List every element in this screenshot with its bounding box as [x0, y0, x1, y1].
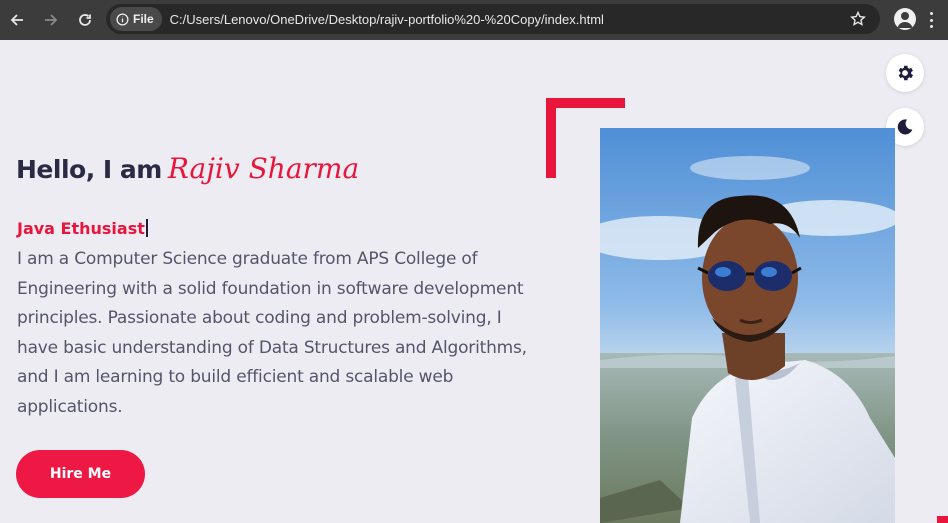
- decorative-corner-horizontal: [546, 98, 625, 108]
- moon-icon: [897, 119, 913, 135]
- hero-role-wrapper: Java Ethusiast: [17, 219, 148, 238]
- hero-description: I am a Computer Science graduate from AP…: [17, 249, 527, 417]
- star-icon[interactable]: [850, 11, 866, 27]
- reload-button[interactable]: [68, 3, 102, 37]
- gear-icon: [898, 65, 913, 81]
- profile-photo: [600, 128, 895, 523]
- hero-greeting: Hello, I am: [16, 155, 162, 184]
- hero-heading: Hello, I am Rajiv Sharma: [16, 152, 359, 185]
- back-button[interactable]: [0, 3, 34, 37]
- kebab-menu-icon[interactable]: [930, 12, 934, 28]
- decorative-corner-vertical: [546, 98, 556, 178]
- hero-name: Rajiv Sharma: [167, 152, 360, 185]
- site-info-chip[interactable]: File: [110, 7, 162, 31]
- address-bar[interactable]: File C:/Users/Lenovo/OneDrive/Desktop/ra…: [106, 4, 880, 34]
- site-info-label: File: [133, 12, 154, 26]
- browser-toolbar: File C:/Users/Lenovo/OneDrive/Desktop/ra…: [0, 0, 948, 40]
- profile-icon[interactable]: [894, 8, 916, 30]
- settings-button[interactable]: [886, 54, 924, 92]
- back-arrow-icon: [10, 14, 23, 26]
- hero-role: Java Ethusiast: [17, 219, 145, 238]
- portfolio-page: Hello, I am Rajiv Sharma Java Ethusiast …: [0, 40, 948, 523]
- forward-arrow-icon: [45, 14, 58, 26]
- reload-icon: [79, 14, 91, 26]
- url-text[interactable]: C:/Users/Lenovo/OneDrive/Desktop/rajiv-p…: [170, 12, 604, 27]
- decorative-corner-bottom-right: [937, 516, 948, 523]
- info-icon: [116, 12, 129, 26]
- hire-me-button[interactable]: Hire Me: [16, 450, 145, 498]
- forward-button[interactable]: [34, 3, 68, 37]
- typing-cursor: [145, 219, 148, 237]
